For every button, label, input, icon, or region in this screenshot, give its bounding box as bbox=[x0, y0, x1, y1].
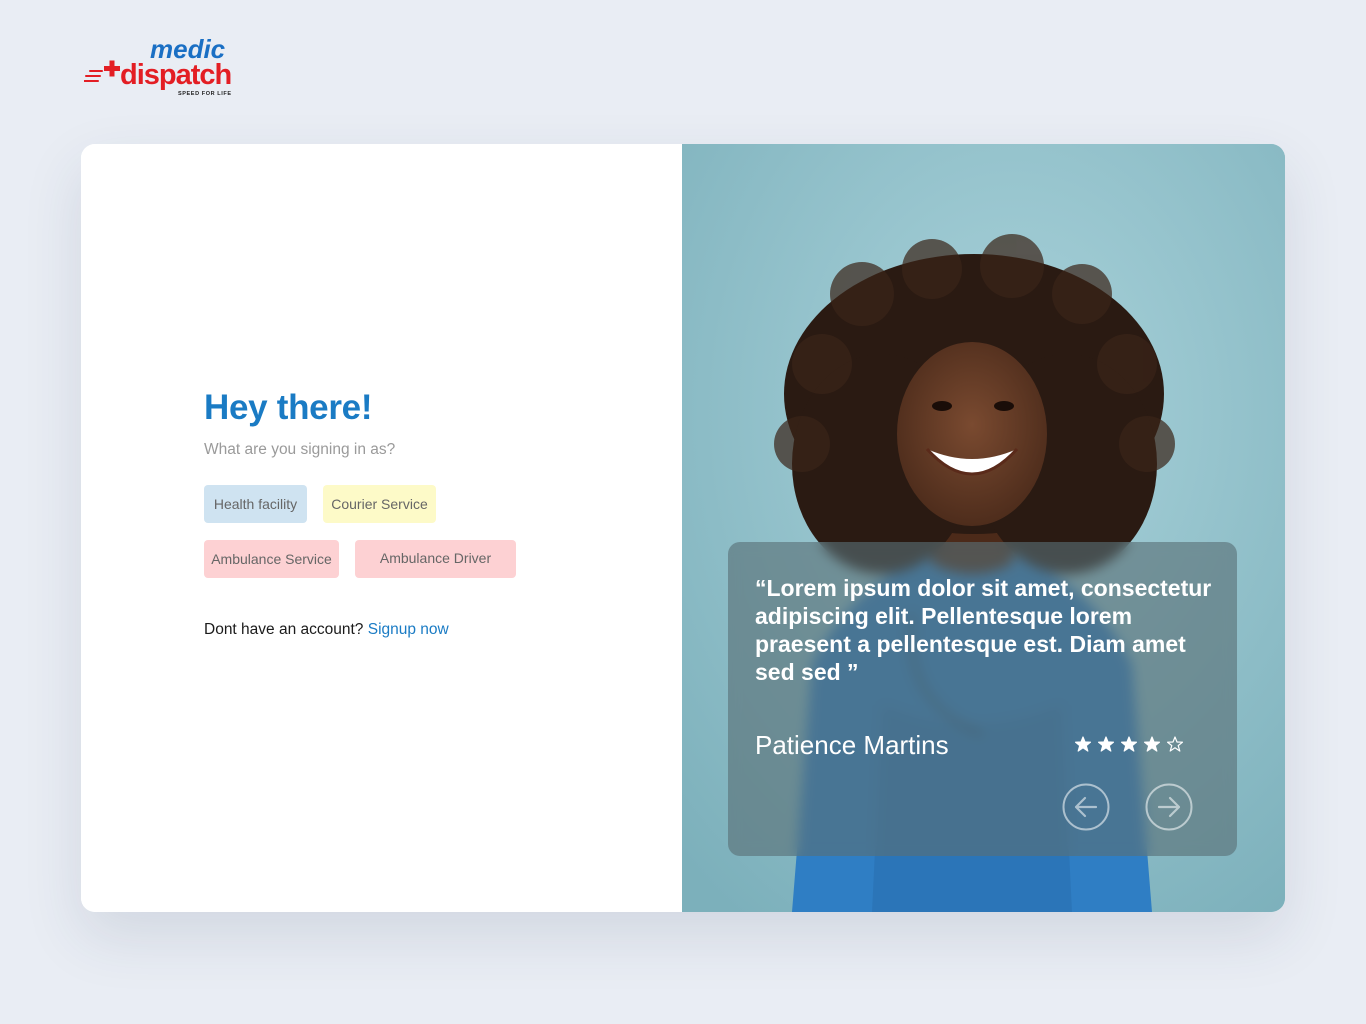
role-button-ambulance-driver[interactable]: Ambulance Driver bbox=[355, 540, 516, 578]
next-testimonial-button[interactable] bbox=[1145, 783, 1193, 831]
arrow-left-circle-icon bbox=[1062, 783, 1110, 831]
star-empty-icon bbox=[1167, 736, 1183, 752]
medic-dispatch-logo: medic dispatch SPEED FOR LIFE bbox=[84, 36, 232, 97]
previous-testimonial-button[interactable] bbox=[1062, 783, 1110, 831]
testimonial-panel: “Lorem ipsum dolor sit amet, consectetur… bbox=[682, 144, 1285, 912]
brand-name-bottom: dispatch bbox=[120, 59, 231, 91]
brand-tagline: SPEED FOR LIFE bbox=[178, 91, 232, 97]
role-prompt: What are you signing in as? bbox=[204, 441, 396, 458]
star-filled-icon bbox=[1075, 736, 1091, 752]
role-button-ambulance-service[interactable]: Ambulance Service bbox=[204, 540, 339, 578]
brand-logo: medic dispatch SPEED FOR LIFE bbox=[84, 36, 248, 98]
role-button-health-facility[interactable]: Health facility bbox=[204, 485, 307, 523]
star-filled-icon bbox=[1121, 736, 1137, 752]
signup-link[interactable]: Signup now bbox=[368, 621, 449, 638]
login-panel: Hey there! What are you signing in as? H… bbox=[81, 144, 682, 912]
testimonial-card: “Lorem ipsum dolor sit amet, consectetur… bbox=[728, 542, 1237, 856]
star-filled-icon bbox=[1098, 736, 1114, 752]
testimonial-quote: “Lorem ipsum dolor sit amet, consectetur… bbox=[755, 575, 1212, 685]
star-filled-icon bbox=[1144, 736, 1160, 752]
login-card: Hey there! What are you signing in as? H… bbox=[81, 144, 1285, 912]
testimonial-author: Patience Martins bbox=[755, 730, 949, 760]
signup-prompt-line: Dont have an account? Signup now bbox=[204, 621, 449, 639]
page-title: Hey there! bbox=[204, 388, 373, 427]
role-button-courier-service[interactable]: Courier Service bbox=[323, 485, 436, 523]
rating-stars bbox=[1075, 736, 1183, 752]
signup-prompt: Dont have an account? bbox=[204, 621, 364, 638]
arrow-right-circle-icon bbox=[1145, 783, 1193, 831]
